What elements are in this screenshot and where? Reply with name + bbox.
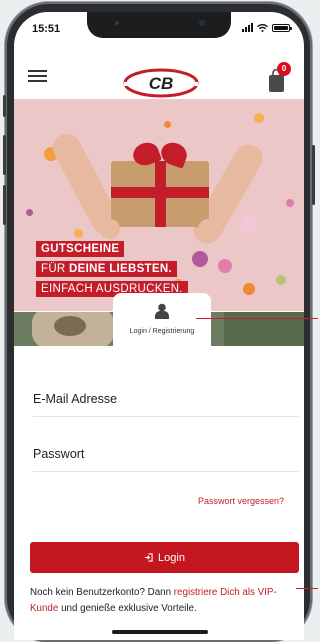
gift-box-image (111, 139, 209, 227)
logo-text: CB (149, 74, 174, 93)
app-header: CB 0 (14, 48, 304, 100)
silent-switch (3, 95, 6, 117)
promo-line-1: GUTSCHEINE (36, 241, 125, 257)
cart-badge: 0 (277, 62, 291, 76)
login-button-label: Login (158, 551, 185, 564)
notch (87, 12, 231, 38)
register-prompt: Noch kein Benutzerkonto? Dann registrier… (30, 585, 300, 617)
cb-logo[interactable]: CB (122, 67, 200, 99)
hamburger-icon[interactable] (28, 70, 47, 83)
volume-up-button (3, 135, 6, 175)
login-register-tab[interactable]: Login / Registrierung (113, 293, 211, 349)
user-icon (155, 303, 169, 319)
register-text-before: Noch kein Benutzerkonto? Dann (30, 587, 172, 598)
callout-line-login-tab (196, 318, 318, 319)
battery-icon (272, 23, 292, 32)
register-text-after: und genieße exklusive Vorteile. (61, 603, 197, 614)
promo-text: GUTSCHEINE FÜR DEINE LIEBSTEN. EINFACH A… (36, 239, 188, 299)
promo-line-2-bold: DEINE LIEBSTEN. (69, 263, 172, 275)
home-indicator (112, 630, 208, 634)
signal-icon (242, 23, 253, 32)
status-icons (242, 23, 292, 32)
hero-banner[interactable]: GUTSCHEINE FÜR DEINE LIEBSTEN. EINFACH A… (14, 99, 304, 311)
callout-line-register (296, 588, 318, 589)
volume-down-button (3, 185, 6, 225)
promo-line-2-light: FÜR (41, 263, 66, 275)
forgot-password-link[interactable]: Passwort vergessen? (198, 496, 284, 506)
email-input[interactable] (33, 382, 299, 417)
wifi-icon (257, 23, 268, 32)
status-time: 15:51 (32, 23, 61, 35)
cart-button[interactable]: 0 (267, 62, 291, 93)
app-screen: 15:51 CB 0 GUTSCHEINE FÜR DEINE LIEBSTEN… (14, 12, 304, 640)
password-input[interactable] (33, 437, 299, 472)
login-button[interactable]: Login (30, 542, 299, 573)
power-button (312, 145, 315, 205)
login-register-label: Login / Registrierung (129, 328, 195, 335)
login-icon (144, 553, 153, 562)
